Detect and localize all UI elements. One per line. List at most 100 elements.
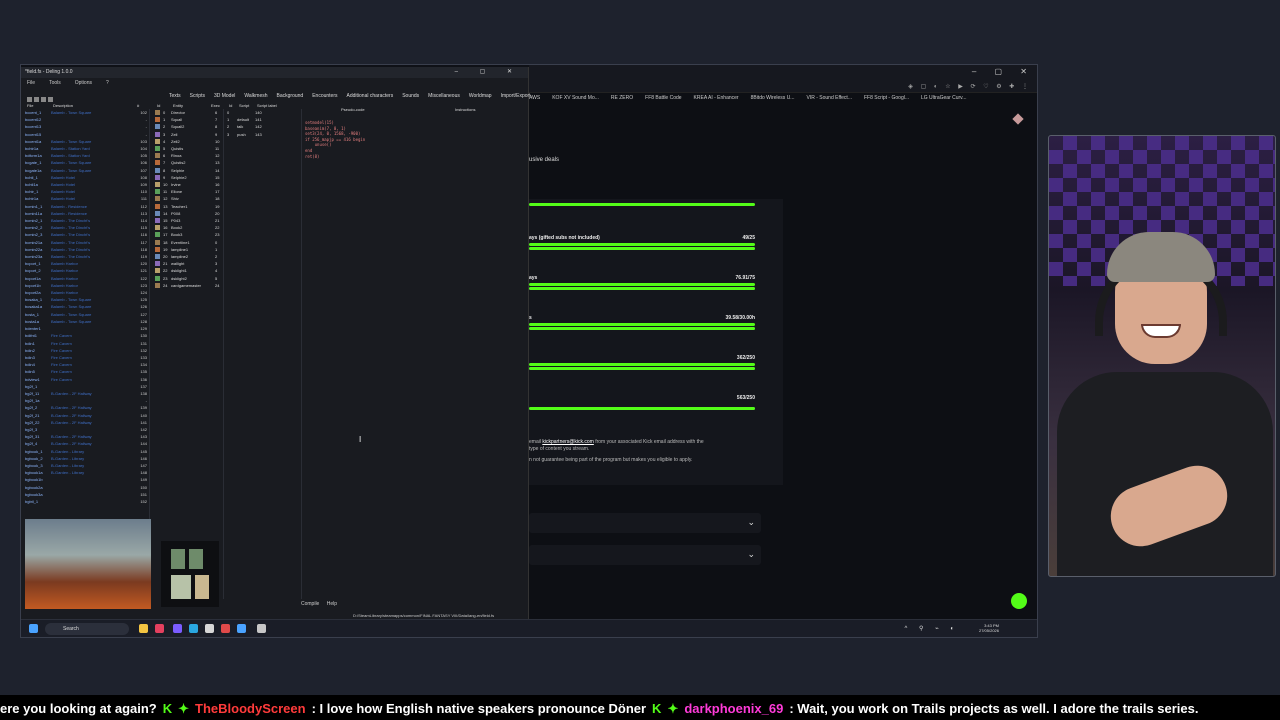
browser-toolbar-icons[interactable]: ◈ ▢ ◐ ☆ ▶ ⟳ ♡ ⚙ ✚ ⋮: [908, 83, 1031, 90]
editor-tab[interactable]: Encounters: [312, 93, 337, 99]
app-icon[interactable]: [221, 624, 230, 633]
editor-tab[interactable]: Scripts: [190, 93, 205, 99]
file-row[interactable]: bg2f_2 B-Garden - 2F Hallway 139: [25, 404, 147, 411]
steam-icon[interactable]: [189, 624, 198, 633]
app-icon[interactable]: [237, 624, 246, 633]
file-row[interactable]: bchtr1a Balamb Hotel 111: [25, 195, 147, 202]
help-button[interactable]: Help: [327, 601, 337, 607]
file-row[interactable]: bcport2a Balamb Harbor 124: [25, 289, 147, 296]
entity-row[interactable]: 21 wallight 3: [155, 260, 221, 267]
editor-tab[interactable]: Miscellaneous: [428, 93, 460, 99]
bookmark-item[interactable]: 8Bitdo Wireless U...: [751, 95, 795, 101]
chat-bubble-button[interactable]: [1011, 593, 1027, 609]
script-row[interactable]: 2 talk 142: [227, 123, 293, 130]
file-row[interactable]: bg2f_3 142: [25, 426, 147, 433]
file-row[interactable]: bdin3 Fire Cavern 133: [25, 354, 147, 361]
code-editor[interactable]: setmodel(15) baseanim(7, 0, 1) set3(24, …: [305, 120, 365, 159]
file-row[interactable]: bdin2 Fire Cavern 132: [25, 347, 147, 354]
file-row[interactable]: bg2f_21 B-Garden - 2F Hallway 140: [25, 412, 147, 419]
file-row[interactable]: bchtl1a Balamb Hotel 109: [25, 181, 147, 188]
file-row[interactable]: bg2f_22 B-Garden - 2F Hallway 141: [25, 419, 147, 426]
entity-row[interactable]: 1 Squall 7: [155, 116, 221, 123]
accordion-1[interactable]: ⌄: [529, 513, 761, 533]
bookmark-item[interactable]: FF8 Battle Code: [645, 95, 681, 101]
entity-row[interactable]: 6 Rinoa 12: [155, 152, 221, 159]
window-controls[interactable]: – ▢ ✕: [972, 67, 1035, 76]
file-row[interactable]: bg2f_31 B-Garden - 2F Hallway 143: [25, 433, 147, 440]
start-icon[interactable]: [29, 624, 38, 633]
obs-icon[interactable]: [205, 624, 214, 633]
bookmark-item[interactable]: RE ZERO: [611, 95, 633, 101]
discord-icon[interactable]: [173, 624, 182, 633]
file-row[interactable]: bg2f_1a -: [25, 397, 147, 404]
entity-row[interactable]: 5 Quistis 11: [155, 145, 221, 152]
tab-instructions[interactable]: Instructions: [455, 107, 475, 112]
file-row[interactable]: bchtr_1 Balamb Hotel 110: [25, 188, 147, 195]
file-row[interactable]: bgbook_2 B-Garden - Library 146: [25, 455, 147, 462]
file-row[interactable]: bcport1b Balamb Harbor 123: [25, 282, 147, 289]
clock[interactable]: 3:43 PM 27/05/2026: [979, 623, 999, 633]
file-row[interactable]: bcsta_1 Balamb - Town Square 127: [25, 311, 147, 318]
file-row[interactable]: bdview1 Fire Cavern 136: [25, 376, 147, 383]
file-row[interactable]: bdenter1 129: [25, 325, 147, 332]
file-row[interactable]: bcmin11a Balamb - Residence 113: [25, 210, 147, 217]
file-row[interactable]: bchtl_1 Balamb Hotel 108: [25, 174, 147, 181]
bookmark-item[interactable]: VIR - Sound Effect...: [806, 95, 852, 101]
entity-row[interactable]: 24 cardgamemaster 24: [155, 282, 221, 289]
file-row[interactable]: bccent1a Balamb - Town Square 103: [25, 138, 147, 145]
file-row[interactable]: bg2f_11 B-Garden - 2F Hallway 138: [25, 390, 147, 397]
entity-row[interactable]: 19 lampline1 1: [155, 246, 221, 253]
entity-row[interactable]: 12 Shiv 18: [155, 195, 221, 202]
script-row[interactable]: 0 140: [227, 109, 293, 116]
extension-icon[interactable]: [1012, 113, 1024, 125]
app-icon[interactable]: [155, 624, 164, 633]
editor-tab[interactable]: Background: [277, 93, 304, 99]
file-row[interactable]: bg2f_1 137: [25, 383, 147, 390]
editor-tab[interactable]: Walkmesh: [244, 93, 267, 99]
script-row[interactable]: 3 push 143: [227, 131, 293, 138]
menu-item[interactable]: ?: [106, 80, 109, 86]
kick-email-link[interactable]: kickpartners@kick.com: [542, 439, 593, 445]
file-row[interactable]: bccent_1 Balamb - Town Square 102: [25, 109, 147, 116]
file-row[interactable]: bdin1 Fire Cavern 131: [25, 340, 147, 347]
file-row[interactable]: bcgate_1 Balamb - Town Square 106: [25, 159, 147, 166]
open-icon[interactable]: [27, 97, 32, 102]
search-icon[interactable]: [48, 97, 53, 102]
save-as-icon[interactable]: [41, 97, 46, 102]
editor-tab[interactable]: Import/Export: [501, 93, 531, 99]
editor-tab[interactable]: 3D Model: [214, 93, 235, 99]
file-row[interactable]: bccent12 -: [25, 116, 147, 123]
bookmark-item[interactable]: KREA AI - Enhancer: [694, 95, 739, 101]
entity-row[interactable]: 16 Book2 22: [155, 224, 221, 231]
file-row[interactable]: bgbook_3 B-Garden - Library 147: [25, 462, 147, 469]
entity-row[interactable]: 22 dsklight1 4: [155, 267, 221, 274]
file-row[interactable]: bdin5 Fire Cavern 135: [25, 368, 147, 375]
tray-icons[interactable]: ^ ⚲ ⌁ ◐: [905, 625, 959, 632]
file-row[interactable]: bcmin2_3 Balamb - The Dincht's 116: [25, 231, 147, 238]
file-row[interactable]: bchtr1a Balamb - Station Yard 104: [25, 145, 147, 152]
file-row[interactable]: bdfcrm1a Balamb - Station Yard 105: [25, 152, 147, 159]
entity-row[interactable]: 4 Zell2 10: [155, 138, 221, 145]
file-row[interactable]: bdin4 Fire Cavern 134: [25, 361, 147, 368]
accordion-2[interactable]: ⌄: [529, 545, 761, 565]
editor-window-controls[interactable]: – ▢ ✕: [455, 68, 522, 75]
bookmark-item[interactable]: KOF XV Sound Mo...: [552, 95, 599, 101]
entity-row[interactable]: 2 Squall2 8: [155, 123, 221, 130]
entity-row[interactable]: 7 Quistis2 13: [155, 159, 221, 166]
script-row[interactable]: 1 default 141: [227, 116, 293, 123]
file-row[interactable]: bccent13 -: [25, 123, 147, 130]
menu-item[interactable]: File: [27, 80, 35, 86]
bookmark-item[interactable]: FF8 Script - Googl...: [864, 95, 909, 101]
file-row[interactable]: bcport_1 Balamb Harbor 120: [25, 260, 147, 267]
folder-icon[interactable]: [139, 624, 148, 633]
tab-pseudo-code[interactable]: Pseudo-code: [341, 107, 365, 112]
editor-tab[interactable]: Sounds: [402, 93, 419, 99]
taskbar-search[interactable]: Search: [45, 623, 129, 635]
file-row[interactable]: bcmin2_2 Balamb - The Dincht's 115: [25, 224, 147, 231]
file-row[interactable]: bcgate1a Balamb - Town Square 107: [25, 167, 147, 174]
file-row[interactable]: bgbook1a B-Garden - Library 148: [25, 469, 147, 476]
menu-item[interactable]: Options: [75, 80, 92, 86]
compile-button[interactable]: Compile: [301, 601, 319, 607]
entity-row[interactable]: 8 Selphie 14: [155, 167, 221, 174]
file-row[interactable]: bgbook3a 151: [25, 491, 147, 498]
